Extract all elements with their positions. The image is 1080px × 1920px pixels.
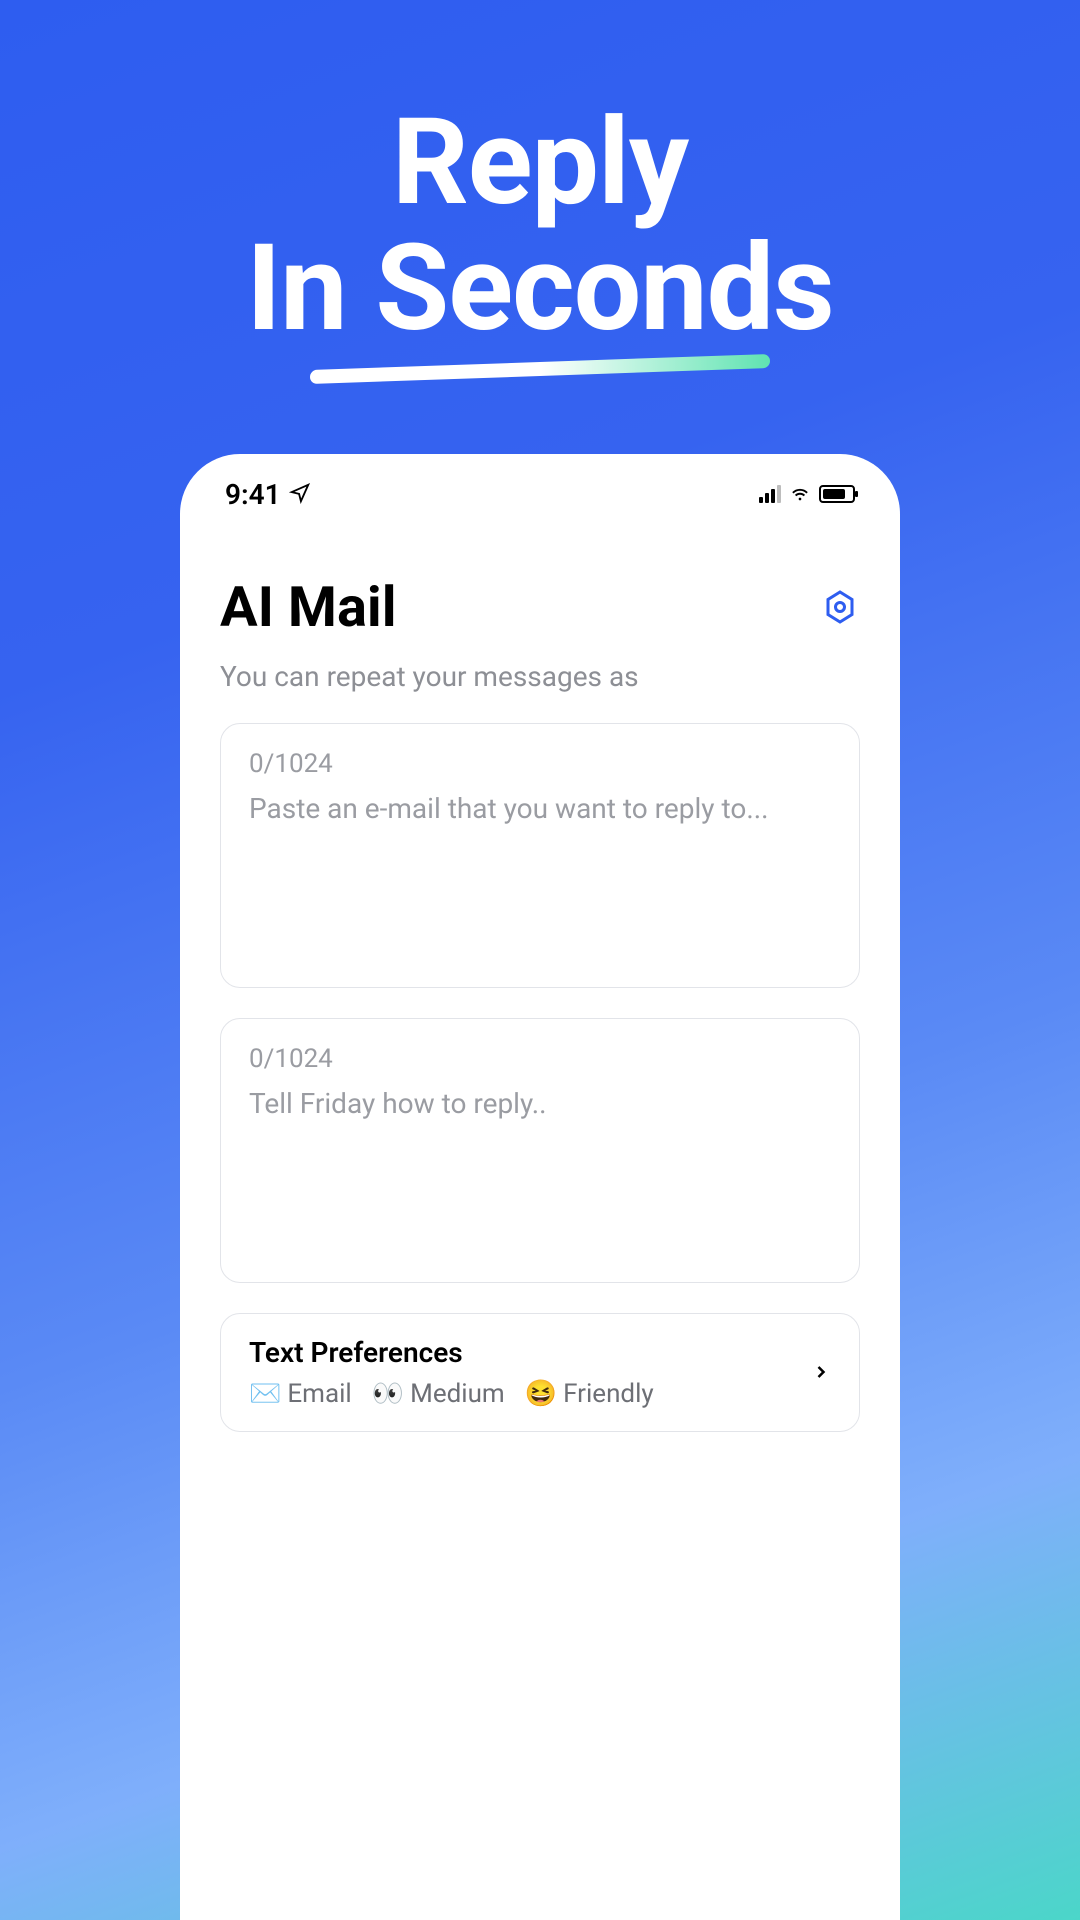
- envelope-icon: ✉️: [249, 1379, 281, 1409]
- smile-icon: 😆: [525, 1379, 557, 1409]
- chevron-right-icon: [811, 1355, 831, 1390]
- pref-email-label: Email: [287, 1379, 351, 1409]
- pref-length-label: Medium: [410, 1379, 505, 1409]
- pref-chip-tone: 😆 Friendly: [525, 1379, 654, 1409]
- gear-icon: [822, 589, 858, 625]
- hero-heading: Reply In Seconds: [0, 0, 1080, 376]
- email-placeholder: Paste an e-mail that you want to reply t…: [249, 789, 831, 828]
- eyes-icon: 👀: [372, 1379, 404, 1409]
- hero-line2: In Seconds: [246, 219, 834, 359]
- wifi-icon: [789, 478, 811, 511]
- email-input-card[interactable]: 0/1024 Paste an e-mail that you want to …: [220, 723, 860, 988]
- phone-frame: 9:41 AI Mail You can repeat your m: [180, 454, 900, 1920]
- pref-chip-email: ✉️ Email: [249, 1379, 352, 1409]
- status-time: 9:41: [225, 478, 281, 511]
- signal-icon: [759, 485, 781, 503]
- instruction-char-counter: 0/1024: [249, 1044, 831, 1074]
- battery-icon: [819, 485, 855, 503]
- settings-button[interactable]: [820, 587, 860, 627]
- prefs-title: Text Preferences: [249, 1336, 811, 1369]
- email-char-counter: 0/1024: [249, 749, 831, 779]
- status-bar: 9:41: [220, 454, 860, 534]
- pref-chip-length: 👀 Medium: [372, 1379, 505, 1409]
- instruction-placeholder: Tell Friday how to reply..: [249, 1084, 831, 1123]
- location-icon: [289, 478, 311, 511]
- app-subtitle: You can repeat your messages as: [220, 660, 860, 693]
- text-preferences-row[interactable]: Text Preferences ✉️ Email 👀 Medium 😆 Fri…: [220, 1313, 860, 1432]
- instruction-input-card[interactable]: 0/1024 Tell Friday how to reply..: [220, 1018, 860, 1283]
- app-title: AI Mail: [220, 574, 397, 640]
- pref-tone-label: Friendly: [563, 1379, 654, 1409]
- hero-line1: Reply: [392, 93, 688, 233]
